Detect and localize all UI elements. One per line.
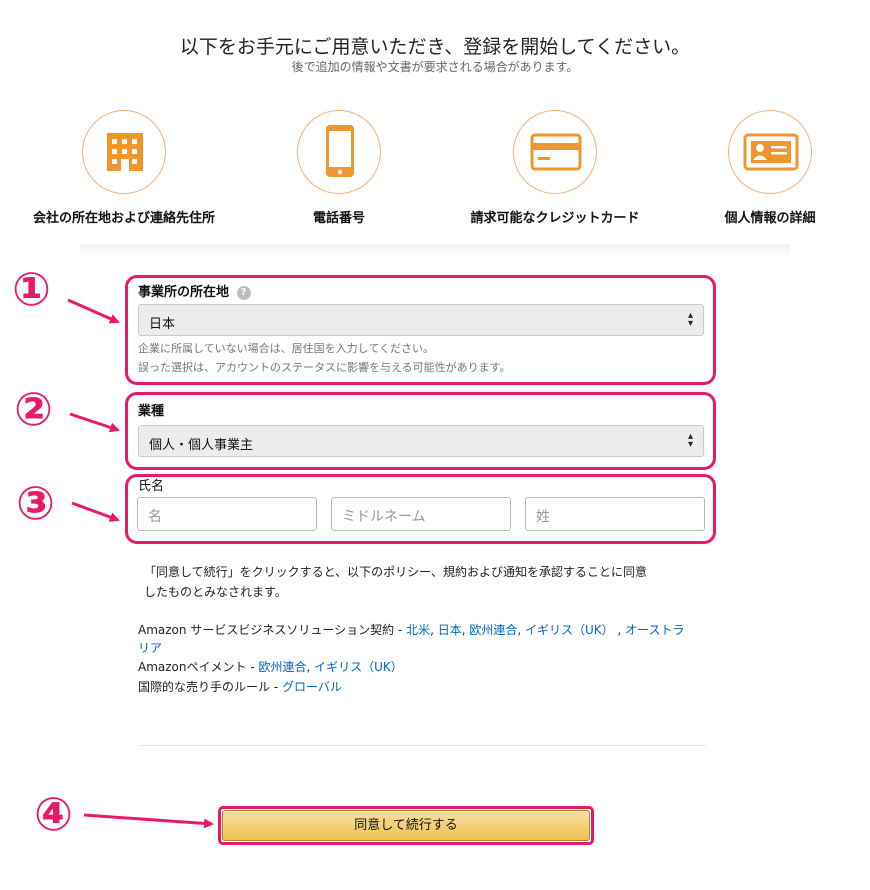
annotation-arrow-3 bbox=[71, 501, 120, 522]
annotation-arrow-1 bbox=[67, 298, 120, 324]
annotation-arrow-2 bbox=[69, 412, 120, 433]
annotation-arrow-4 bbox=[83, 813, 214, 829]
annotation-arrows bbox=[67, 298, 214, 829]
